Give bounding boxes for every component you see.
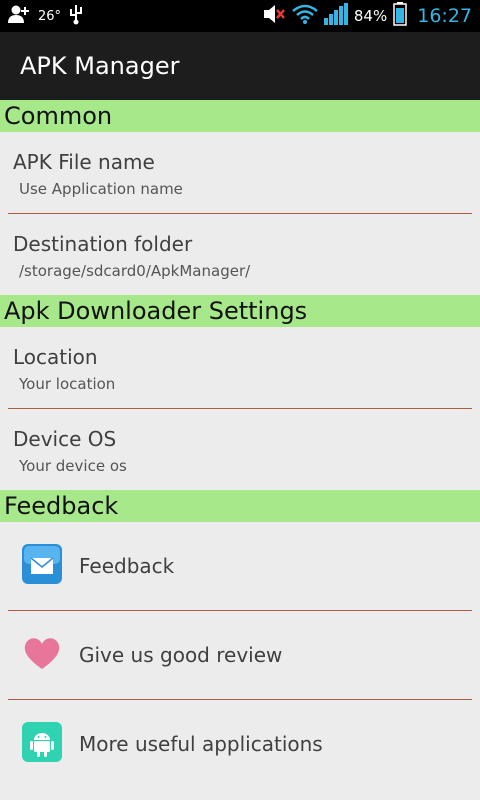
pref-title: APK File name	[13, 150, 155, 174]
feedback-item[interactable]: Feedback	[0, 522, 480, 610]
battery-percent-text: 84%	[353, 7, 388, 25]
temperature-text: 26°	[38, 8, 62, 24]
review-item[interactable]: Give us good review	[0, 611, 480, 699]
mail-icon	[22, 544, 62, 584]
heart-icon	[22, 633, 62, 673]
pref-summary: Your device os	[19, 457, 127, 475]
status-left: 26°	[8, 0, 83, 32]
mute-icon	[262, 3, 286, 29]
pref-title: Destination folder	[13, 232, 193, 256]
pref-location[interactable]: Location Your location	[0, 327, 480, 408]
clock-text: 16:27	[417, 5, 472, 27]
section-header-downloader: Apk Downloader Settings	[0, 295, 480, 327]
pref-summary: Use Application name	[19, 180, 183, 198]
status-bar: 26° 84% 16:27	[0, 0, 480, 32]
pref-destination-folder[interactable]: Destination folder /storage/sdcard0/ApkM…	[0, 214, 480, 295]
review-label: Give us good review	[79, 643, 283, 667]
usb-icon	[69, 3, 83, 29]
section-header-common: Common	[0, 100, 480, 132]
battery-icon	[393, 2, 407, 30]
more-apps-item[interactable]: More useful applications	[0, 700, 480, 788]
add-contact-icon	[8, 4, 30, 28]
pref-title: Device OS	[13, 427, 117, 451]
app-title: APK Manager	[20, 52, 180, 80]
status-right: 84% 16:27	[262, 0, 472, 32]
pref-title: Location	[13, 345, 98, 369]
signal-icon	[323, 3, 348, 29]
section-header-feedback: Feedback	[0, 490, 480, 522]
wifi-icon	[292, 4, 318, 28]
pref-apk-file-name[interactable]: APK File name Use Application name	[0, 132, 480, 213]
settings-list[interactable]: Common APK File name Use Application nam…	[0, 100, 480, 788]
more-apps-label: More useful applications	[79, 732, 323, 756]
pref-summary: Your location	[19, 375, 116, 393]
android-icon	[22, 722, 62, 762]
pref-device-os[interactable]: Device OS Your device os	[0, 409, 480, 490]
pref-summary: /storage/sdcard0/ApkManager/	[19, 262, 251, 280]
feedback-label: Feedback	[79, 554, 175, 578]
action-bar: APK Manager	[0, 32, 480, 100]
